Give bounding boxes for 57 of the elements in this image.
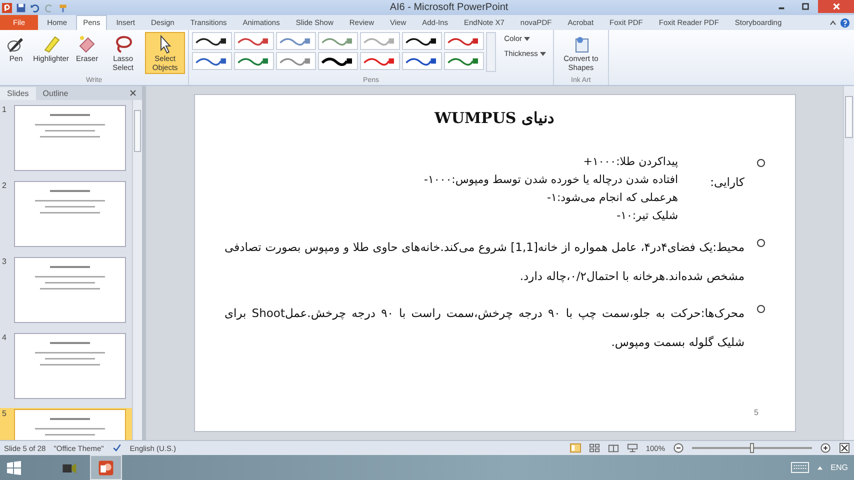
slide-preview-drawing (35, 114, 105, 138)
slide-thumbnail[interactable] (14, 257, 126, 323)
eraser-icon (77, 34, 98, 54)
bullet-text: کارایی: (710, 174, 744, 191)
bullet-icon (756, 305, 764, 313)
bullet-icon (756, 159, 764, 167)
projector-icon[interactable] (626, 443, 638, 453)
bullet-text: هرعملی که انجام می‌شود:۱- (547, 190, 678, 206)
slide-thumbnail[interactable] (14, 333, 126, 399)
restore-icon (800, 2, 810, 11)
close-button[interactable] (818, 0, 854, 13)
window-title: AI6 - Microsoft PowerPoint (388, 2, 508, 13)
slide-number: 1 (2, 105, 8, 116)
zoom-in-icon[interactable] (820, 443, 831, 453)
slide-number: 5 (754, 408, 758, 417)
keyboard-icon[interactable] (790, 462, 809, 473)
caret-icon (524, 37, 530, 42)
slide-number: 4 (2, 333, 8, 344)
close-icon (832, 2, 840, 11)
help-icon[interactable] (840, 18, 850, 28)
slide-preview-drawing (35, 418, 105, 436)
bullet-icon (756, 239, 764, 247)
zoom-out-icon[interactable] (673, 443, 684, 453)
slide-number: 3 (2, 257, 8, 268)
slide-preview-drawing (35, 266, 105, 290)
windows-start-icon[interactable] (6, 460, 22, 476)
caret-icon (540, 52, 546, 56)
slide-title: دنیای WUMPUS (434, 109, 554, 127)
fit-window-icon[interactable] (839, 443, 850, 453)
slide-preview-drawing (35, 190, 105, 214)
slide-number: 5 (2, 409, 8, 420)
scrollbar[interactable] (132, 100, 142, 440)
grid-view-icon[interactable] (588, 443, 600, 453)
slide-preview-drawing (35, 342, 105, 366)
save-icon[interactable] (16, 2, 26, 12)
bullet-text: پیداکردن طلا:۱۰۰۰+ (583, 154, 678, 170)
spellcheck-icon[interactable] (112, 443, 122, 453)
undo-icon[interactable] (30, 2, 40, 12)
bullet-text: محرک‌ها:حرکت به جلو،سمت چپ با ۹۰ درجه چرخش،سمت راست با ۹۰ درجه چرخش.عملShoot برای شلیک گلوله بسمت ومپوس. (224, 305, 744, 351)
bullet-text: افتاده شدن درچاله یا خورده شدن توسط ومپوس:۱۰۰۰- (424, 172, 678, 188)
scrollbar[interactable] (843, 86, 854, 440)
pane-tab[interactable]: Slides (0, 86, 36, 100)
gallery-scrollbar[interactable] (486, 32, 496, 72)
caret-icon[interactable] (828, 18, 838, 28)
close-icon[interactable] (128, 88, 138, 98)
slide-thumbnail[interactable] (14, 105, 126, 171)
pane-tab[interactable]: Outline (36, 86, 76, 100)
taskbar-app[interactable] (90, 455, 122, 480)
bullet-text: شلیک تیر:۱۰- (616, 208, 678, 224)
bullet-text: محیط:یک فضای۴در۴، عامل همواره از خانه[1,1] شروع می‌کند.خانه‌های حاوی طلا و ومپوس بصورت تصادفی مشخص شده‌اند.هرخانه با احتمال۰/۲،چاله دارد. (224, 239, 744, 285)
normal-view-icon[interactable] (570, 443, 581, 453)
zoom-slider-thumb[interactable] (750, 443, 754, 453)
lasso-icon (113, 34, 134, 54)
slide-number: 2 (2, 181, 8, 192)
paint-icon[interactable] (58, 2, 68, 12)
slide-thumbnail[interactable] (14, 181, 126, 247)
book-icon[interactable] (608, 443, 619, 453)
